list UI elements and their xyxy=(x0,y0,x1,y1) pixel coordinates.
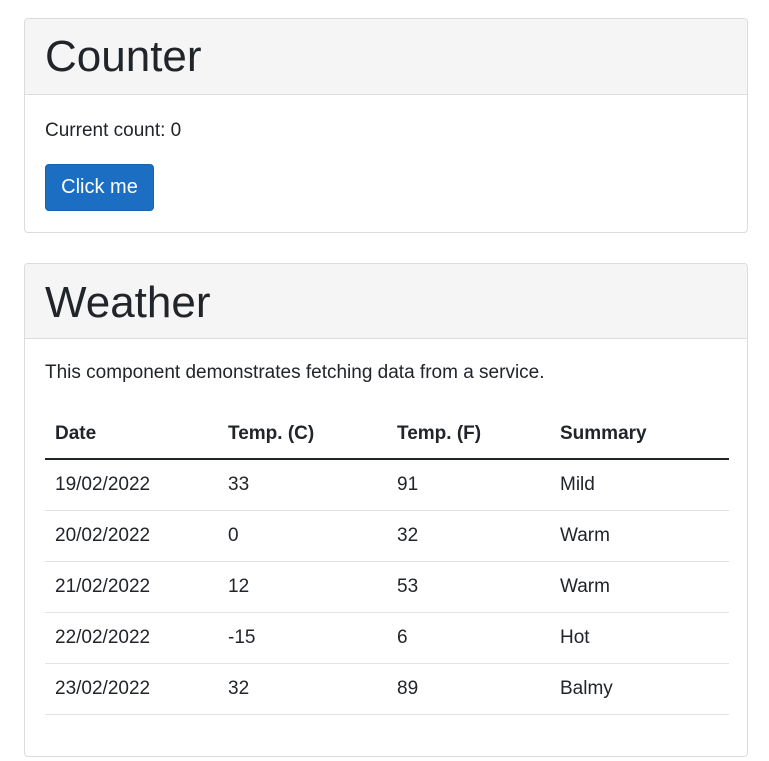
date-cell: 23/02/2022 xyxy=(45,662,218,715)
table-row: 19/02/2022 33 91 Mild xyxy=(45,459,729,511)
summary-cell: Hot xyxy=(550,612,729,664)
date-cell: 22/02/2022 xyxy=(45,612,218,664)
summary-cell: Warm xyxy=(550,510,729,562)
weather-table: Date Temp. (C) Temp. (F) Summary 19/02/2… xyxy=(45,409,729,715)
temp-f-cell: 89 xyxy=(387,662,550,715)
summary-cell: Mild xyxy=(550,459,729,511)
summary-cell: Warm xyxy=(550,561,729,613)
weather-title: Weather xyxy=(45,278,211,327)
temp-c-cell: 0 xyxy=(218,510,387,562)
column-header-date: Date xyxy=(45,409,218,460)
counter-card: Counter Current count: 0 Click me xyxy=(24,18,748,233)
temp-c-cell: 33 xyxy=(218,459,387,511)
table-row: 23/02/2022 32 89 Balmy xyxy=(45,662,729,715)
temp-c-cell: 32 xyxy=(218,662,387,715)
temp-f-cell: 53 xyxy=(387,561,550,613)
summary-cell: Balmy xyxy=(550,662,729,715)
column-header-summary: Summary xyxy=(550,409,729,460)
temp-f-cell: 6 xyxy=(387,612,550,664)
temp-f-cell: 91 xyxy=(387,459,550,511)
table-row: 22/02/2022 -15 6 Hot xyxy=(45,612,729,664)
date-cell: 21/02/2022 xyxy=(45,561,218,613)
click-me-button[interactable]: Click me xyxy=(45,164,154,211)
table-row: 21/02/2022 12 53 Warm xyxy=(45,561,729,613)
temp-c-cell: -15 xyxy=(218,612,387,664)
weather-card: Weather This component demonstrates fetc… xyxy=(24,263,748,757)
column-header-temp-c: Temp. (C) xyxy=(218,409,387,460)
temp-f-cell: 32 xyxy=(387,510,550,562)
counter-card-header: Counter xyxy=(25,19,747,95)
counter-title: Counter xyxy=(45,32,202,81)
temp-c-cell: 12 xyxy=(218,561,387,613)
date-cell: 20/02/2022 xyxy=(45,510,218,562)
date-cell: 19/02/2022 xyxy=(45,459,218,511)
table-header-row: Date Temp. (C) Temp. (F) Summary xyxy=(45,409,729,460)
table-row: 20/02/2022 0 32 Warm xyxy=(45,510,729,562)
current-count-text: Current count: 0 xyxy=(45,120,182,141)
weather-card-header: Weather xyxy=(25,264,747,339)
weather-description: This component demonstrates fetching dat… xyxy=(45,362,545,383)
column-header-temp-f: Temp. (F) xyxy=(387,409,550,460)
